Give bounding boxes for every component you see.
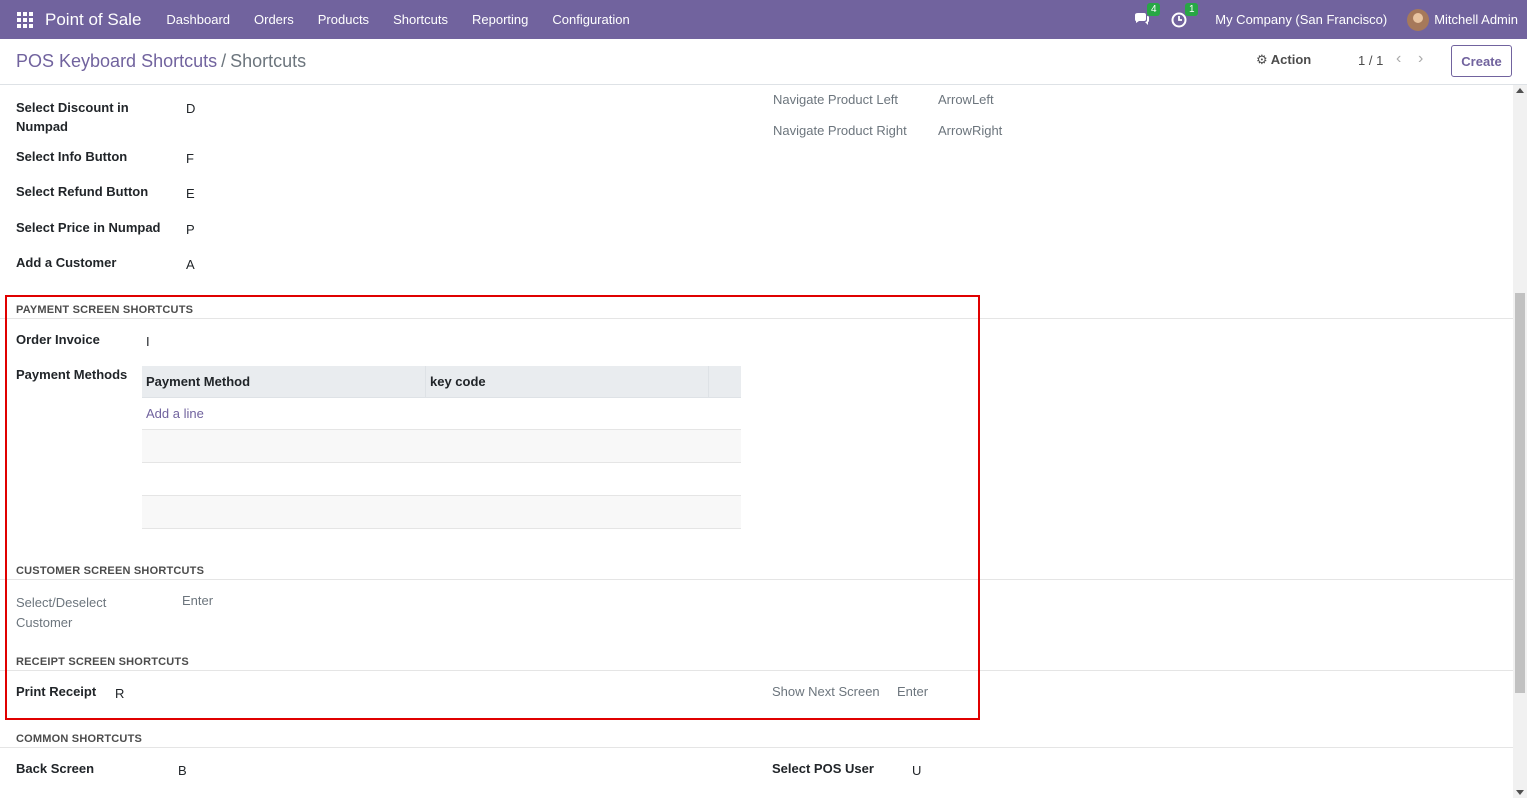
field-value-discount[interactable]: D <box>186 101 195 116</box>
app-brand[interactable]: Point of Sale <box>45 10 141 30</box>
field-value-print-receipt[interactable]: R <box>115 686 124 701</box>
pager-previous-icon[interactable]: ‹ <box>1396 50 1401 68</box>
section-divider <box>0 747 1513 748</box>
field-label-refund: Select Refund Button <box>16 184 149 199</box>
field-value-nav-left: ArrowLeft <box>938 92 994 107</box>
section-divider <box>0 579 1513 580</box>
field-label-add-customer: Add a Customer <box>16 255 117 270</box>
apps-menu-icon[interactable] <box>17 11 33 28</box>
field-value-pos-user[interactable]: U <box>912 763 921 778</box>
field-value-price[interactable]: P <box>186 222 195 237</box>
menu-shortcuts[interactable]: Shortcuts <box>393 12 448 27</box>
menu-reporting[interactable]: Reporting <box>472 12 528 27</box>
field-label-select-customer: Select/Deselect Customer <box>16 595 107 630</box>
breadcrumb-parent-link[interactable]: POS Keyboard Shortcuts <box>16 51 217 71</box>
action-label: Action <box>1270 52 1312 67</box>
payment-section-title: PAYMENT SCREEN SHORTCUTS <box>16 304 194 316</box>
field-value-refund[interactable]: E <box>186 186 195 201</box>
breadcrumb: POS Keyboard Shortcuts / Shortcuts <box>16 51 306 72</box>
avatar <box>1407 8 1430 31</box>
menu-configuration[interactable]: Configuration <box>552 12 629 27</box>
field-label-pos-user: Select POS User <box>772 761 874 776</box>
section-divider <box>0 318 1513 319</box>
field-value-back-screen[interactable]: B <box>178 763 187 778</box>
payment-methods-table: Payment Method key code Add a line <box>142 366 741 529</box>
action-menu-button[interactable]: ⚙ Action <box>1256 52 1311 68</box>
field-label-print-receipt: Print Receipt <box>16 684 97 699</box>
menu-orders[interactable]: Orders <box>254 12 294 27</box>
table-header: Payment Method key code <box>142 366 741 398</box>
field-label-nav-left: Navigate Product Left <box>773 92 899 107</box>
section-divider <box>0 670 1513 671</box>
user-name: Mitchell Admin <box>1434 12 1518 27</box>
pager-value[interactable]: 1 / 1 <box>1358 53 1383 68</box>
menu-dashboard[interactable]: Dashboard <box>166 12 230 27</box>
company-switcher[interactable]: My Company (San Francisco) <box>1215 12 1387 27</box>
scroll-up-icon[interactable] <box>1516 88 1524 93</box>
menu-products[interactable]: Products <box>318 12 369 27</box>
field-value-select-customer: Enter <box>182 593 214 608</box>
scroll-down-icon[interactable] <box>1516 790 1524 795</box>
column-actions <box>709 366 741 397</box>
field-label-discount: Select Discount in Numpad <box>16 100 129 134</box>
field-label-info: Select Info Button <box>16 149 128 164</box>
table-row <box>142 496 741 529</box>
create-button[interactable]: Create <box>1451 45 1512 77</box>
field-value-add-customer[interactable]: A <box>186 257 195 272</box>
receipt-section-title: RECEIPT SCREEN SHORTCUTS <box>16 656 189 668</box>
table-row <box>142 430 741 463</box>
activities-badge: 1 <box>1185 2 1199 16</box>
field-value-info[interactable]: F <box>186 151 194 166</box>
field-label-back-screen: Back Screen <box>16 761 95 776</box>
column-key-code[interactable]: key code <box>426 366 709 397</box>
breadcrumb-current: Shortcuts <box>230 51 307 71</box>
field-label-next-screen: Show Next Screen <box>772 684 880 699</box>
messages-icon[interactable]: 4 <box>1133 2 1161 29</box>
gear-icon: ⚙ <box>1256 52 1268 67</box>
customer-section-title: CUSTOMER SCREEN SHORTCUTS <box>16 565 205 577</box>
column-payment-method[interactable]: Payment Method <box>142 366 426 397</box>
field-value-nav-right: ArrowRight <box>938 123 1003 138</box>
breadcrumb-separator: / <box>221 51 227 71</box>
field-label-order-invoice: Order Invoice <box>16 332 100 347</box>
field-label-nav-right: Navigate Product Right <box>773 123 907 138</box>
form-content: Select Discount in Numpad D Select Info … <box>0 85 1527 798</box>
top-navbar: Point of Sale Dashboard Orders Products … <box>0 0 1527 39</box>
table-row <box>142 463 741 496</box>
field-value-order-invoice[interactable]: I <box>146 334 150 349</box>
vertical-scrollbar[interactable] <box>1513 85 1527 798</box>
add-line-link[interactable]: Add a line <box>142 398 741 430</box>
field-label-payment-methods: Payment Methods <box>16 367 128 382</box>
activity-clock-icon[interactable]: 1 <box>1171 2 1199 29</box>
field-label-price: Select Price in Numpad <box>16 220 161 235</box>
user-menu[interactable]: Mitchell Admin <box>1407 8 1518 31</box>
field-value-next-screen: Enter <box>897 684 929 699</box>
control-panel: POS Keyboard Shortcuts / Shortcuts ⚙ Actio… <box>0 39 1527 85</box>
common-section-title: COMMON SHORTCUTS <box>16 733 143 745</box>
scroll-thumb[interactable] <box>1515 293 1525 693</box>
messages-badge: 4 <box>1147 2 1161 16</box>
pager-next-icon[interactable]: › <box>1418 50 1423 68</box>
